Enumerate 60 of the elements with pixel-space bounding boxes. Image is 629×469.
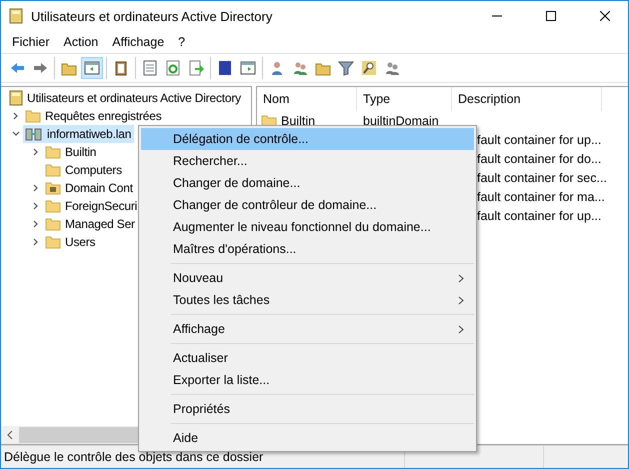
domain-icon: [25, 126, 43, 142]
table-cell: fault container for sec...: [477, 170, 607, 184]
folder-icon: [45, 145, 61, 159]
menu-item[interactable]: Changer de domaine...: [141, 172, 474, 194]
tree-item[interactable]: Computers: [43, 161, 125, 179]
folder-icon: [45, 235, 61, 249]
tree-item[interactable]: Builtin: [43, 143, 100, 161]
menu-item[interactable]: Changer de contrôleur de domaine...: [141, 194, 474, 216]
menu-item[interactable]: Toutes les tâches: [141, 289, 474, 311]
console-icon: [9, 90, 23, 106]
menu-item[interactable]: Actualiser: [141, 347, 474, 369]
maximize-icon[interactable]: [546, 11, 556, 21]
menu-item[interactable]: Fichier: [5, 35, 57, 49]
chevron-icon: [458, 274, 464, 282]
expand-icon[interactable]: [32, 220, 40, 228]
tree-item[interactable]: Requêtes enregistrées: [23, 107, 165, 125]
menu-item[interactable]: Affichage: [141, 318, 474, 340]
tree-item[interactable]: Utilisateurs et ordinateurs Active Directory: [7, 89, 244, 107]
folder-icon: [45, 217, 61, 231]
pane-icon[interactable]: [81, 57, 103, 79]
expand-icon[interactable]: [32, 202, 40, 210]
menu-item[interactable]: Maîtres d'opérations...: [141, 238, 474, 260]
menu-item[interactable]: Action: [56, 35, 106, 49]
column-header[interactable]: Description: [452, 87, 602, 111]
column-header[interactable]: Nom: [257, 87, 357, 111]
expand-icon[interactable]: [32, 184, 40, 192]
menu-item[interactable]: ?: [171, 35, 192, 49]
folder-icon: [45, 199, 61, 213]
expand-icon[interactable]: [12, 112, 20, 120]
collapse-icon[interactable]: [12, 130, 20, 138]
menu-item[interactable]: Exporter la liste...: [141, 369, 474, 391]
tree-item[interactable]: Managed Ser: [43, 215, 138, 233]
table-cell: fault container for up...: [477, 208, 602, 222]
expand-icon[interactable]: [32, 148, 40, 156]
menu-item[interactable]: Augmenter le niveau fonctionnel du domaine...: [141, 216, 474, 238]
window-title: Utilisateurs et ordinateurs Active Directory: [31, 8, 274, 24]
tree-item[interactable]: Users: [43, 233, 98, 251]
expand-icon[interactable]: [32, 238, 40, 246]
menu-item[interactable]: Aide: [141, 427, 474, 449]
chevron-icon: [458, 296, 464, 304]
table-cell: fault container for up...: [477, 132, 602, 146]
folder-icon: [45, 181, 61, 195]
close-icon[interactable]: [600, 11, 610, 21]
table-cell: builtinDomain: [363, 114, 439, 128]
menu-item[interactable]: Rechercher...: [141, 150, 474, 172]
menu-item[interactable]: Propriétés: [141, 398, 474, 420]
table-cell: fault container for do...: [477, 152, 602, 166]
tree-item[interactable]: informatiweb.lan: [23, 125, 134, 143]
column-header[interactable]: Type: [357, 87, 452, 111]
folder-icon: [45, 163, 61, 177]
tree-item[interactable]: Domain Cont: [43, 179, 136, 197]
table-cell: Builtin: [281, 114, 316, 128]
menu-item[interactable]: Affichage: [105, 35, 172, 49]
folder-icon: [25, 109, 41, 123]
menu-item[interactable]: Délégation de contrôle...: [141, 128, 474, 150]
app-icon: [9, 8, 23, 24]
table-cell: fault container for ma...: [477, 190, 605, 204]
chevron-icon: [458, 324, 464, 334]
menu-item[interactable]: Nouveau: [141, 267, 474, 289]
tree-item[interactable]: ForeignSecuri: [43, 197, 140, 215]
